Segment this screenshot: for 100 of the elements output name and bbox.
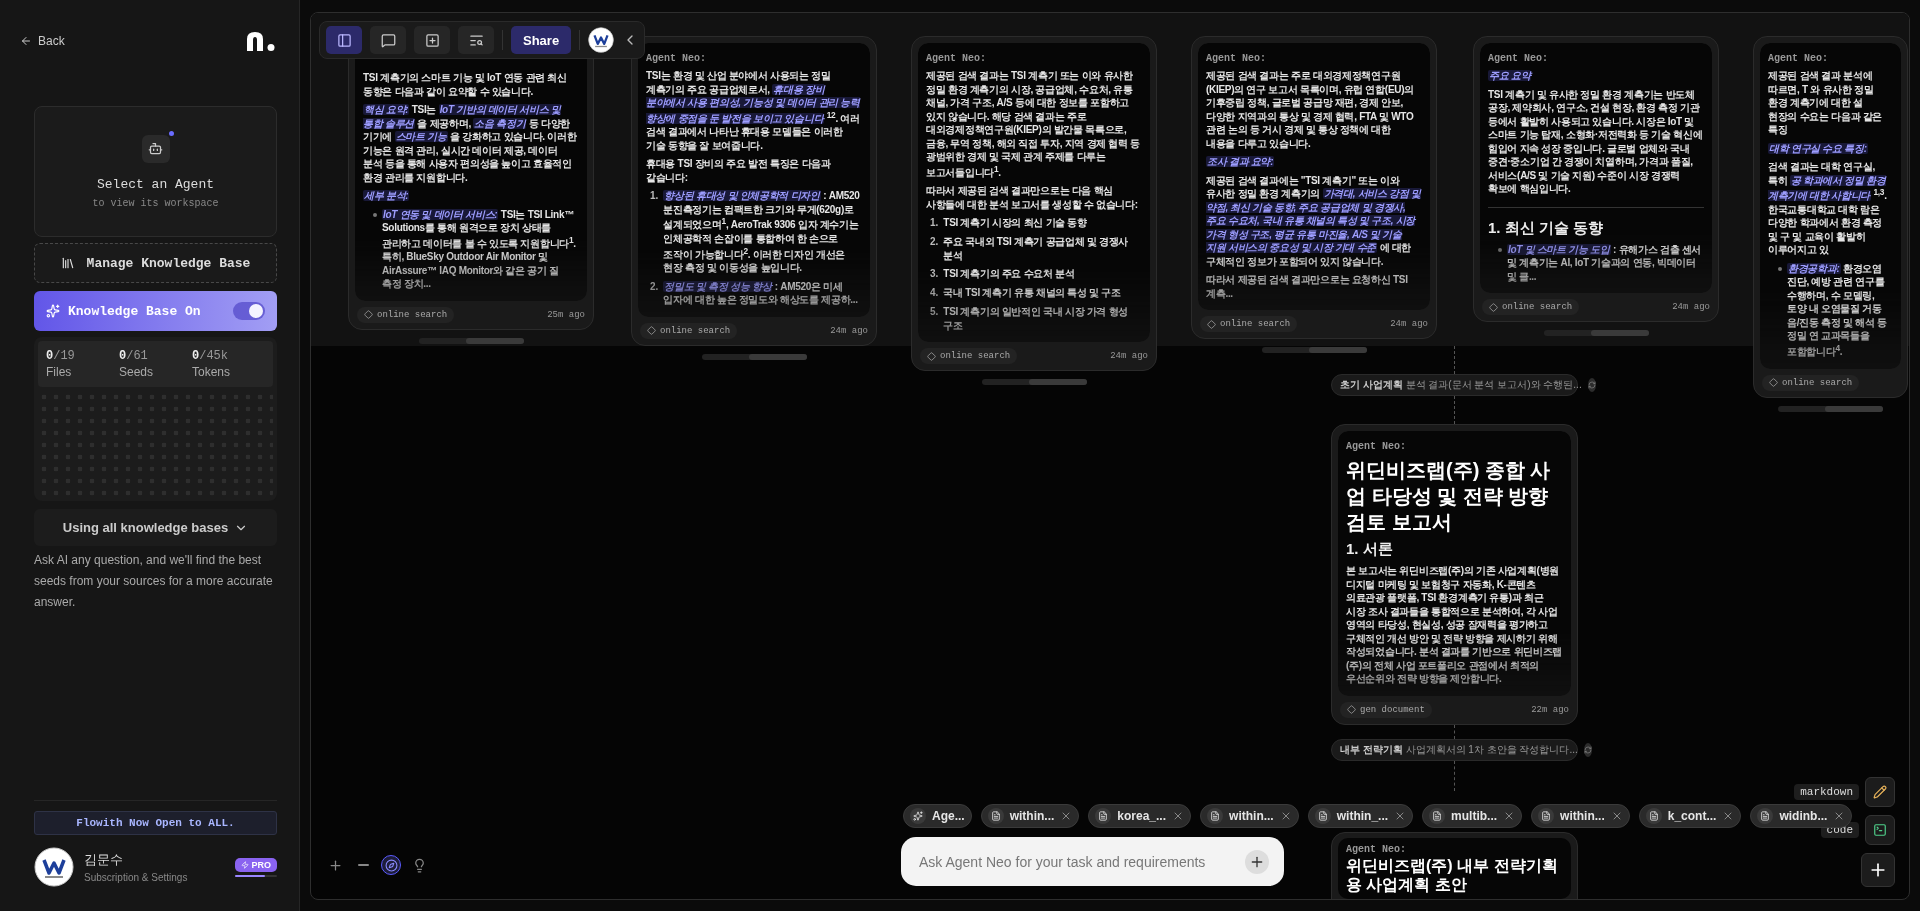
refresh-icon <box>1583 742 1592 757</box>
card-paragraph: 핵심 요약: TSI는 IoT 기반의 데이터 서비스 및 통합 솔루션 을 제공하며, 소음 측정기 등 다양한 기기에 스마트 기능 을 강화하고 있습니다. 이러한 기능은 원격 관리, 실시간 데이터 제공, 데이터 분석 등을 통해 사용자 편의성을 높이고 효율적인 환경 관리를 지원합니다. <box>363 103 578 184</box>
context-tab[interactable]: within... <box>1531 804 1630 828</box>
announcement-banner[interactable]: Flowith Now Open to ALL. <box>34 811 277 835</box>
section-heading: 1. 최신 기술 동향 <box>1488 218 1604 238</box>
card-paragraph: TSI 계측기의 스마트 기능 및 IoT 연동 관련 최신 동향은 다음과 같이 요약할 수 있습니다. <box>363 71 568 98</box>
diamond-icon <box>1769 378 1778 388</box>
card-paragraph: 주요 요약 <box>1488 69 1534 83</box>
markdown-button[interactable] <box>1865 777 1895 807</box>
source-tag: online search <box>920 348 1018 365</box>
agent-label: Agent Neo: <box>1488 53 1549 64</box>
source-tag: online search <box>1482 299 1580 315</box>
library-icon <box>60 256 75 270</box>
bullet-icon <box>1498 247 1502 252</box>
card-paragraph: 따라서 제공된 검색 결과만으로는 요청하신 TSI 계측... <box>1206 273 1409 300</box>
document-icon <box>1432 811 1443 821</box>
back-link[interactable]: Back <box>20 34 65 48</box>
document-icon <box>990 811 1001 821</box>
context-tab[interactable]: multib... <box>1422 804 1523 828</box>
sidebar-toggle-icon <box>336 32 352 48</box>
document-icon <box>1210 811 1221 821</box>
timestamp: 22m ago <box>1531 704 1569 715</box>
card-paragraph: TSI는 환경 및 산업 분야에서 사용되는 정밀 계측기의 주요 공급업체로서, 휴대용 장비 분야에서 사용 편의성, 기능성 및 데이터 관리 능력 향상에 중점을 둔 발전을 보이고 있습니다 $^{12}$. 여러 검색 결과에서 나타난 휴대용 모델들은 이러한 기술 동향을 잘 보여줍니다. <box>646 69 862 153</box>
list-item-text: IoT 및 스마트 기능 도입 : 유해가스 검출 센서 및 계측기는 AI, IoT 기술과의 연동, 빅데이터 및 클... <box>1507 242 1703 283</box>
add-node-button[interactable] <box>1861 853 1895 887</box>
diamond-icon <box>1207 319 1216 329</box>
pencil-icon <box>1873 785 1887 799</box>
comment-button[interactable] <box>370 26 406 54</box>
toggle-switch[interactable] <box>233 302 265 320</box>
card-paragraph: 제공된 검색 결과는 TSI 계측기 또는 이와 유사한 정밀 환경 계측기의 시장, 공급업체, 수요처, 유통 채널, 가격 구조, A/S 등에 대한 정보를 포함하고 있지 않습니다. 해당 검색 결과는 주로 대외경제정책연구원(KIEP)의 발간물 목록으로, 금융, 무역 정책, 해외 직접 투자, 지역 경제 협력 등 광범위한 경제 및 국제 관계 주제를 다루는 보고서들입니다$^{1}$. <box>926 69 1142 180</box>
logo-icon <box>245 30 277 52</box>
card-paragraph: 대학 연구실 수요 특징: <box>1768 141 1869 155</box>
bullet-icon <box>373 212 377 217</box>
usage-meter <box>235 874 277 877</box>
step-text: 내부 전략기획 사업계획서의 1차 초안을 작성합니다... <box>1340 742 1578 757</box>
knowledge-base-label: Knowledge Base On <box>68 303 202 319</box>
list-item-text: 국내 TSI 계측기 유통 채널의 특성 및 구조 <box>943 286 1121 300</box>
list-item-text: TSI 계측기의 주요 수요처 분석 <box>943 267 1075 281</box>
knowledge-scope-dropdown[interactable]: Using all knowledge bases <box>34 509 277 546</box>
add-screen-button[interactable] <box>414 26 450 54</box>
card-paragraph: 제공된 검색 결과 분석에 따르면, T 와 유사한 정밀 환경 계측기에 대한 설 현장의 수요는 다음과 같은 특징 <box>1768 69 1884 137</box>
agent-label: Agent Neo: <box>926 53 987 64</box>
card-paragraph: TSI 계측기 및 유사한 정밀 환경 계측기는 반도체 공장, 제약회사, 연구소, 건설 현장, 환경 측정 기관 등에서 활발히 사용되고 있습니다. 시장은 IoT 및 스마트 기능 탑재, 소형화·저전력화 등 기술 혁신에 힘입어 지속 성장 중입니다. 글로벌 업체와 국내 중견·중소기업 간 경쟁이 치열하며, 가격과 품질, 서비스(A/S 및 기술 지원) 수준이 시장 경쟁력 확보에 핵심입니다. <box>1488 87 1704 196</box>
timestamp: 24m ago <box>1110 351 1148 362</box>
card-paragraph: 검색 결과는 대학 연구실, 특히 공 학과에서 정밀 환경 계측기에 대한 사합니다 $^{1,3}$. 한국교통대학교 대학 람은 다양한 학과에서 환경 측정 및 구 및 교육이 활발히 이루어지고 있 <box>1768 160 1888 257</box>
sparkle-icon <box>46 304 60 318</box>
list-item-text: 정밀도 및 측정 성능 향상 : AM520은 미세 입자에 대한 높은 정밀도와 해상도를 제공하... <box>663 280 859 307</box>
stat-value: 0/61 <box>119 349 149 363</box>
context-tab[interactable]: k_cont... <box>1638 804 1742 828</box>
list-number: 2. <box>650 280 659 294</box>
card-paragraph: 따라서 제공된 검색 결과만으로는 다음 핵심 사항들에 대한 분석 보고서를 생성할 수 없습니다: <box>926 184 1139 212</box>
compass-button[interactable] <box>381 855 401 875</box>
diamond-icon <box>1489 302 1498 312</box>
sparkle-icon <box>913 811 923 821</box>
context-tab[interactable]: within_... <box>1307 804 1414 828</box>
manage-knowledge-button[interactable]: Manage Knowledge Base <box>34 243 277 283</box>
subscription-link[interactable]: Subscription & Settings <box>84 872 226 883</box>
connector-line <box>1454 724 1455 739</box>
sidebar-toggle-button[interactable] <box>326 26 362 54</box>
list-number: 2. <box>930 235 939 250</box>
list-number: 1. <box>930 216 939 231</box>
stat-label: Seeds <box>119 365 155 379</box>
lightning-icon <box>241 860 250 869</box>
diamond-icon <box>1347 705 1356 714</box>
prompt-input[interactable]: Ask Agent Neo for your task and requirements <box>901 837 1284 886</box>
diamond-icon <box>927 351 936 361</box>
connector-line <box>1454 760 1455 791</box>
context-tab[interactable]: within... <box>1200 804 1299 828</box>
timestamp: 25m ago <box>547 309 585 320</box>
section-heading: 1. 서론 <box>1346 540 1394 559</box>
comment-icon <box>380 32 396 48</box>
refresh-icon <box>1587 378 1596 392</box>
bullet-icon <box>1778 266 1782 271</box>
stat-value: 0/19 <box>46 349 76 363</box>
list-number: 4. <box>930 286 939 301</box>
card-paragraph: 본 보고서는 위딘비즈랩(주)의 기존 사업계획(병원 디지털 마케팅 및 보험청구 자동화, K-콘텐츠 의료관광 플랫폼, TSI 환경계측기 유통)과 최근 시장 조사 결과들을 통합적으로 분석하여, 각 사업 영역의 타당성, 현실성, 성공 잠재력을 평가하고 구체적인 개선 방안 및 전략 방향을 제시하기 위해 작성되었습니다. 분석 결과를 기반으로 위딘비즈랩(주)의 전체 사업 포트폴리오 관점에서 최적의 우선순위와 전략 방향을 제안합니다. <box>1346 564 1563 686</box>
source-tag: online search <box>640 323 738 339</box>
list-number: 5. <box>930 305 939 320</box>
search-list-button[interactable] <box>458 26 494 54</box>
code-button[interactable] <box>1865 815 1895 845</box>
agent-label: Agent Neo: <box>1346 441 1407 452</box>
stat-label: Files <box>46 365 73 379</box>
timestamp: 24m ago <box>830 326 868 336</box>
agent-label: Agent Neo: <box>1346 844 1407 855</box>
search-list-icon <box>468 32 484 48</box>
context-tab[interactable]: Age... <box>903 804 972 828</box>
document-icon <box>1317 811 1328 821</box>
document-icon <box>1760 811 1771 821</box>
context-tab[interactable]: korea_... <box>1088 804 1192 828</box>
context-tab[interactable]: widinb... <box>1750 804 1853 828</box>
agent-subtitle: to view its workspace <box>92 197 219 209</box>
context-tab[interactable]: within... <box>980 804 1080 828</box>
document-icon <box>1648 811 1659 821</box>
list-item-text: 주요 국내외 TSI 계측기 공급업체 및 경쟁사 분석 <box>943 235 1130 263</box>
report-title: 위딘비즈랩(주) 종합 사업 타당성 및 전략 방향 검토 보고서 <box>1346 458 1552 535</box>
agent-label: Agent Neo: <box>1206 53 1267 64</box>
source-tag: gen document <box>1340 701 1432 718</box>
share-button[interactable]: Share <box>511 26 572 54</box>
card-paragraph: 제공된 검색 결과는 주로 대외경제정책연구원(KIEP)의 연구 보고서 목록이며, 유럽 연합(EU)의 기후중립 정책, 글로벌 공급망 재편, 경제 안보, 다양한 지역과의 통상 및 경제 협력, FTA 및 WTO 관련 논의 등 거시 경제 및 통상 정책에 대한 내용을 다루고 있습니다. <box>1206 69 1415 150</box>
list-item-text: TSI 계측기 시장의 최신 기술 동향 <box>943 216 1087 230</box>
